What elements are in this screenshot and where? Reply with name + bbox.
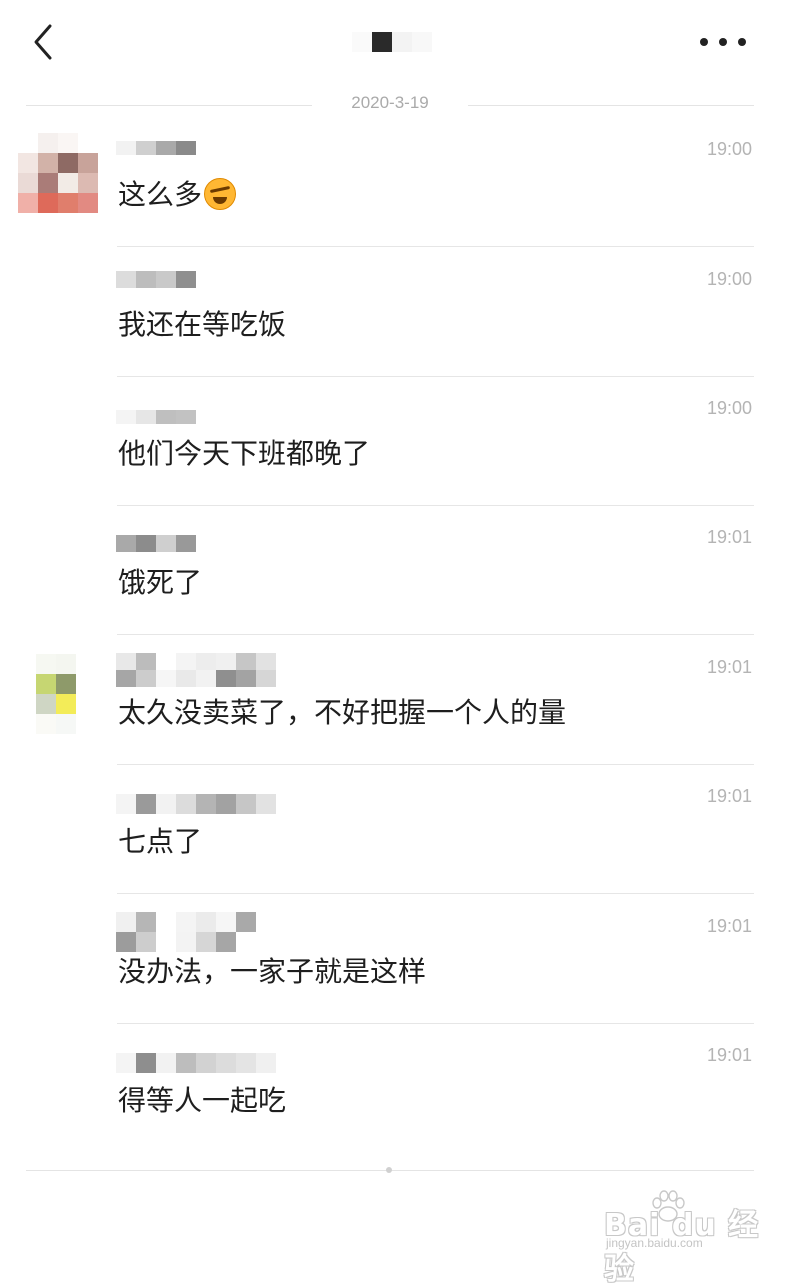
message-text: 他们今天下班都晚了 [118,437,371,470]
message-time: 19:00 [706,139,752,159]
message-time: 19:01 [706,786,752,806]
sender-name-blurred [116,1053,276,1073]
message-text: 我还在等吃饭 [118,308,287,341]
sender-name-blurred [116,653,276,687]
watermark-url: jingyan.baidu.com [606,1236,703,1250]
sender-name-blurred [116,535,276,552]
chat-message[interactable]: 19:01 太久没卖菜了，不好把握一个人的量 [0,635,788,765]
bottom-divider-dot [386,1167,392,1173]
message-text: 得等人一起吃 [118,1084,287,1117]
message-time: 19:01 [706,657,752,677]
message-text: 这么多 [118,173,237,213]
sender-name-blurred [116,141,276,155]
more-options-icon[interactable] [700,30,746,54]
chat-message[interactable]: 19:01 饿死了 [0,505,788,635]
message-text: 太久没卖菜了，不好把握一个人的量 [118,696,567,729]
chat-message[interactable]: 19:00 这么多 [0,117,788,247]
top-nav-bar [0,0,788,86]
message-text: 饿死了 [118,566,203,599]
chat-message[interactable]: 19:01 得等人一起吃 [0,1023,788,1153]
message-time: 19:00 [706,269,752,289]
message-text: 没办法，一家子就是这样 [118,955,427,988]
chat-message[interactable]: 19:00 他们今天下班都晚了 [0,376,788,506]
chat-message[interactable]: 19:01 七点了 [0,764,788,894]
back-icon[interactable] [28,22,64,62]
date-divider: 2020-3-19 [26,90,754,120]
date-label: 2020-3-19 [351,93,429,112]
message-time: 19:00 [706,398,752,418]
message-time: 19:01 [706,1045,752,1065]
laughing-crying-emoji-icon [204,178,237,210]
chat-title-blurred [352,32,432,52]
sender-name-blurred [116,912,276,952]
sender-name-blurred [116,271,276,288]
chat-message[interactable]: 19:01 没办法，一家子就是这样 [0,894,788,1024]
sender-name-blurred [116,794,276,814]
sender-name-blurred [116,410,276,424]
chat-message[interactable]: 19:00 我还在等吃饭 [0,247,788,377]
message-text: 七点了 [118,825,203,858]
message-time: 19:01 [706,527,752,547]
message-time: 19:01 [706,916,752,936]
baidu-jingyan-watermark: Bai du 经验 jingyan.baidu.com [600,1188,760,1287]
